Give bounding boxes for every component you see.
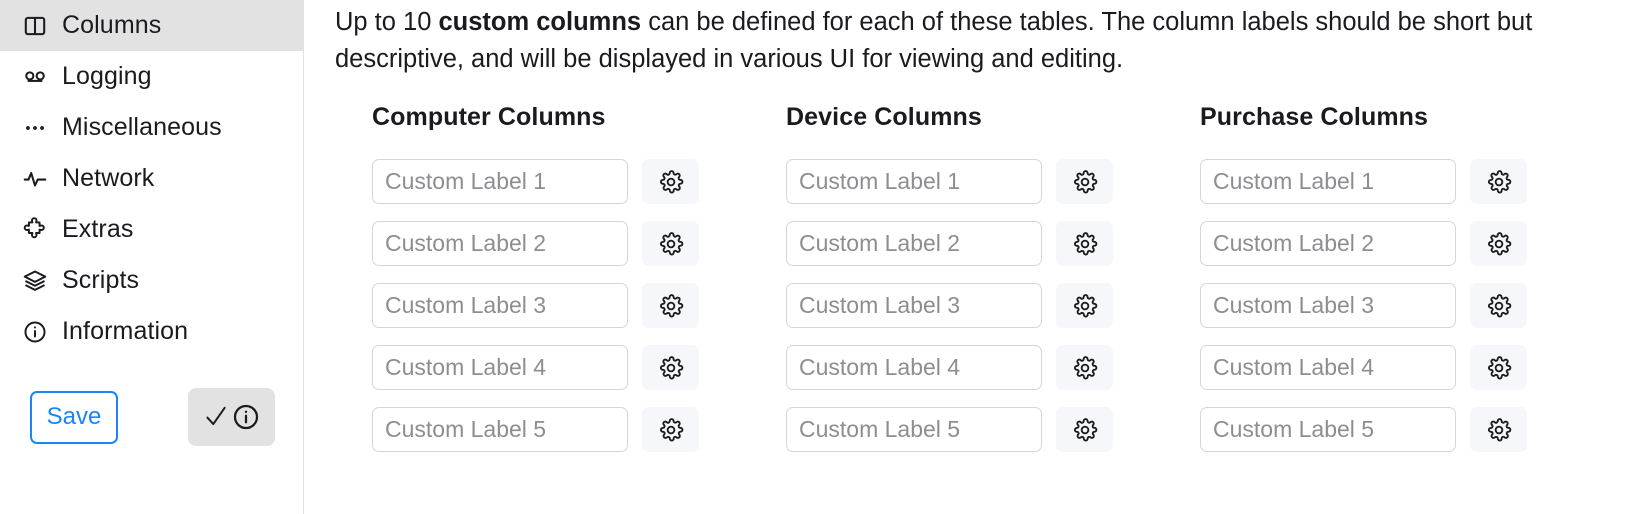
custom-label-input[interactable] xyxy=(1200,221,1456,266)
custom-label-input[interactable] xyxy=(1200,407,1456,452)
check-icon xyxy=(203,403,229,431)
column-settings-button[interactable] xyxy=(642,159,699,204)
description-emphasis: custom columns xyxy=(438,8,642,36)
custom-label-input[interactable] xyxy=(372,159,628,204)
ellipsis-icon xyxy=(22,115,48,141)
custom-label-input[interactable] xyxy=(372,407,628,452)
sidebar-item-label: Extras xyxy=(62,215,134,243)
custom-label-input[interactable] xyxy=(372,283,628,328)
custom-column-row xyxy=(786,407,1200,452)
sidebar-navigation: Columns Logging Miscellaneous Network Ex… xyxy=(0,0,304,514)
custom-column-row xyxy=(786,221,1200,266)
custom-label-input[interactable] xyxy=(1200,159,1456,204)
custom-column-row xyxy=(372,345,786,390)
sidebar-item-label: Columns xyxy=(62,11,162,39)
layers-stack-icon xyxy=(22,268,48,294)
gear-icon xyxy=(658,355,684,381)
custom-label-input[interactable] xyxy=(786,345,1042,390)
sidebar-item-label: Miscellaneous xyxy=(62,113,222,141)
sidebar-item-scripts[interactable]: Scripts xyxy=(0,255,303,306)
column-settings-button[interactable] xyxy=(1470,283,1527,328)
info-circle-icon xyxy=(231,402,261,432)
gear-icon xyxy=(1072,231,1098,257)
gear-icon xyxy=(1072,169,1098,195)
custom-label-input[interactable] xyxy=(786,283,1042,328)
sidebar-item-label: Information xyxy=(62,317,189,345)
activity-pulse-icon xyxy=(22,166,48,192)
custom-label-input[interactable] xyxy=(1200,283,1456,328)
custom-label-input[interactable] xyxy=(786,407,1042,452)
column-settings-button[interactable] xyxy=(1470,345,1527,390)
custom-column-row xyxy=(1200,159,1614,204)
gear-icon xyxy=(658,293,684,319)
column-settings-button[interactable] xyxy=(1056,283,1113,328)
column-settings-button[interactable] xyxy=(1470,159,1527,204)
column-settings-button[interactable] xyxy=(642,221,699,266)
column-settings-button[interactable] xyxy=(642,345,699,390)
info-circle-icon xyxy=(22,319,48,345)
save-button[interactable]: Save xyxy=(30,390,118,444)
gear-icon xyxy=(658,231,684,257)
custom-label-input[interactable] xyxy=(1200,345,1456,390)
column-settings-button[interactable] xyxy=(1056,221,1113,266)
sidebar-item-label: Scripts xyxy=(62,266,140,294)
column-settings-button[interactable] xyxy=(642,283,699,328)
verify-info-button[interactable] xyxy=(188,388,275,446)
custom-label-input[interactable] xyxy=(786,221,1042,266)
sidebar-item-logging[interactable]: Logging xyxy=(0,51,303,102)
custom-column-row xyxy=(786,159,1200,204)
sidebar-action-bar: Save xyxy=(30,388,275,446)
custom-column-row xyxy=(372,283,786,328)
gear-icon xyxy=(658,417,684,443)
column-settings-button[interactable] xyxy=(1056,345,1113,390)
gear-icon xyxy=(1486,417,1512,443)
custom-label-input[interactable] xyxy=(786,159,1042,204)
custom-column-row xyxy=(372,159,786,204)
settings-window: Columns Logging Miscellaneous Network Ex… xyxy=(0,0,1638,514)
sidebar-item-label: Network xyxy=(62,164,155,192)
custom-label-input[interactable] xyxy=(372,221,628,266)
custom-column-row xyxy=(1200,283,1614,328)
sidebar-item-label: Logging xyxy=(62,62,152,90)
logging-icon xyxy=(22,64,48,90)
gear-icon xyxy=(1072,293,1098,319)
column-settings-button[interactable] xyxy=(1056,159,1113,204)
gear-icon xyxy=(1486,355,1512,381)
puzzle-piece-icon xyxy=(22,216,48,243)
column-group-title: Computer Columns xyxy=(372,103,606,131)
gear-icon xyxy=(1072,417,1098,443)
column-group-title: Purchase Columns xyxy=(1200,103,1429,131)
custom-column-row xyxy=(372,221,786,266)
gear-icon xyxy=(1486,169,1512,195)
column-group-purchase: Purchase Columns xyxy=(1200,105,1614,469)
custom-column-row xyxy=(786,345,1200,390)
column-settings-button[interactable] xyxy=(1056,407,1113,452)
panel-description: Up to 10 custom columns can be defined f… xyxy=(335,4,1610,78)
sidebar-item-extras[interactable]: Extras xyxy=(0,204,303,255)
custom-column-row xyxy=(1200,221,1614,266)
column-settings-button[interactable] xyxy=(1470,221,1527,266)
sidebar-item-network[interactable]: Network xyxy=(0,153,303,204)
column-groups: Computer Columns Custom Label 1 Custom L… xyxy=(372,105,1638,469)
columns-settings-panel: Up to 10 custom columns can be defined f… xyxy=(304,0,1638,514)
column-settings-button[interactable] xyxy=(642,407,699,452)
column-group-title: Device Columns xyxy=(786,103,982,131)
custom-column-row xyxy=(786,283,1200,328)
column-settings-button[interactable] xyxy=(1470,407,1527,452)
sidebar-item-miscellaneous[interactable]: Miscellaneous xyxy=(0,102,303,153)
gear-icon xyxy=(1486,293,1512,319)
gear-icon xyxy=(1072,355,1098,381)
sidebar-item-columns[interactable]: Columns xyxy=(0,0,303,51)
custom-column-row xyxy=(1200,407,1614,452)
columns-icon xyxy=(22,13,48,39)
custom-column-row xyxy=(372,407,786,452)
gear-icon xyxy=(1486,231,1512,257)
column-group-device: Device Columns xyxy=(786,105,1200,469)
gear-icon xyxy=(658,169,684,195)
custom-column-row xyxy=(1200,345,1614,390)
custom-label-input[interactable] xyxy=(372,345,628,390)
column-group-computer: Computer Columns xyxy=(372,105,786,469)
description-prefix: Up to 10 xyxy=(335,8,439,36)
sidebar-item-information[interactable]: Information xyxy=(0,306,303,357)
